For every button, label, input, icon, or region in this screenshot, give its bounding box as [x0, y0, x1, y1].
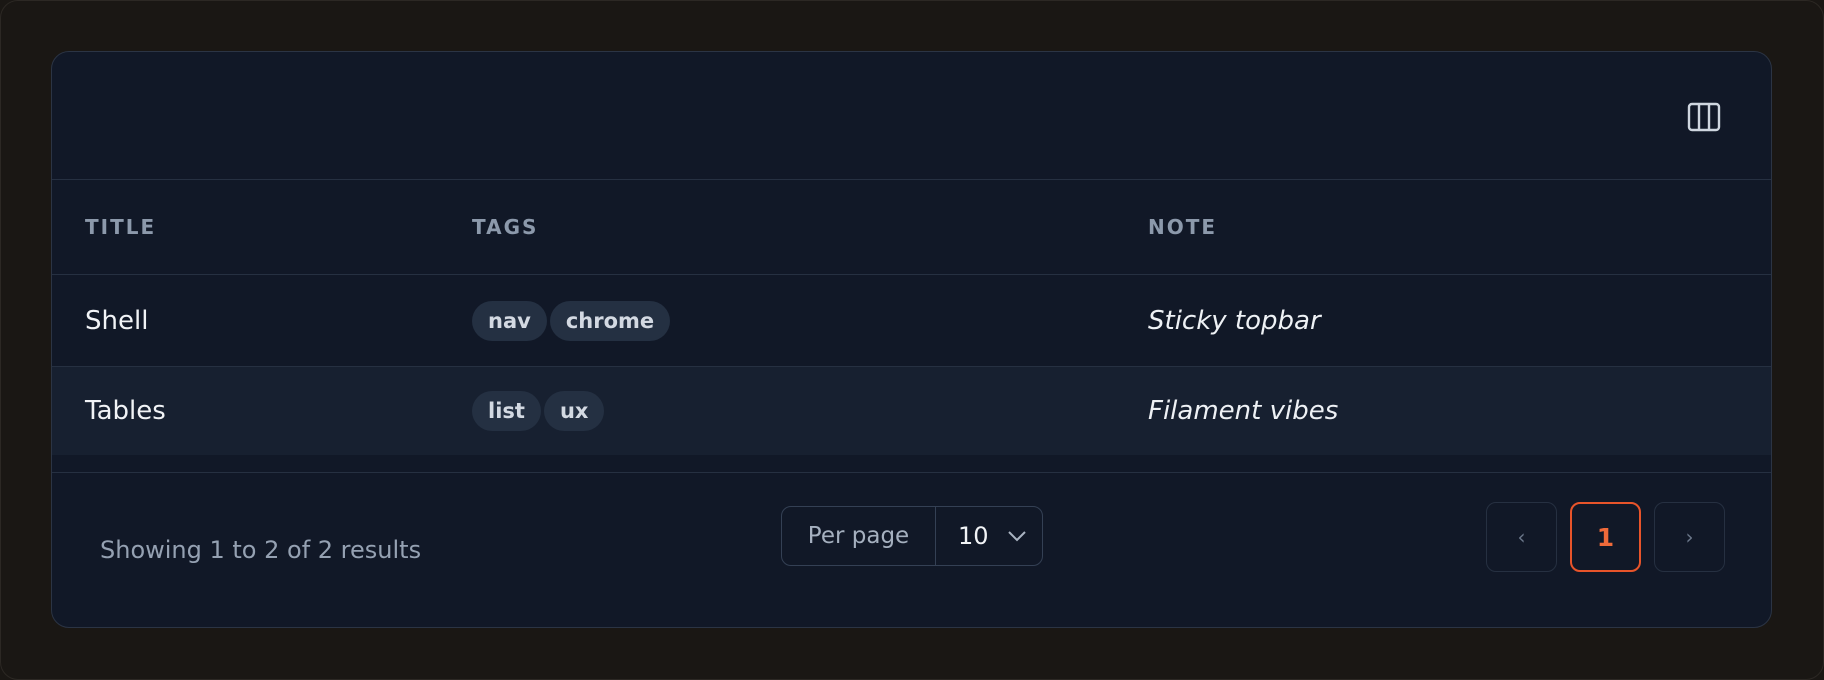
table-row[interactable]: Shell nav chrome Sticky topbar [52, 275, 1771, 367]
table-footer: Showing 1 to 2 of 2 results Per page 10 … [52, 473, 1771, 627]
tag-badge: list [472, 391, 541, 431]
row-title: Tables [85, 396, 166, 426]
column-header-note[interactable]: Note [1148, 180, 1217, 274]
row-title: Shell [85, 305, 149, 336]
row-tags: nav chrome [472, 275, 671, 366]
table-card: Title Tags Note Shell nav chrome Sticky … [51, 51, 1772, 628]
columns-toggle-button[interactable] [1687, 102, 1721, 132]
chevron-down-icon [1007, 531, 1026, 542]
next-page-button[interactable]: › [1654, 502, 1725, 572]
per-page-control: Per page 10 [781, 506, 1043, 566]
tag-badge: chrome [549, 300, 671, 341]
table-row[interactable]: Tables list ux Filament vibes [52, 367, 1771, 455]
row-note: Filament vibes [1148, 396, 1339, 426]
page-1-button[interactable]: 1 [1570, 502, 1641, 572]
table-toolbar [52, 52, 1771, 180]
results-summary: Showing 1 to 2 of 2 results [100, 536, 422, 564]
per-page-label: Per page [782, 507, 936, 565]
tag-badge: nav [472, 300, 547, 341]
previous-page-button[interactable]: ‹ [1486, 502, 1557, 572]
row-note: Sticky topbar [1148, 305, 1321, 336]
row-tags: list ux [472, 367, 605, 455]
column-header-tags[interactable]: Tags [472, 180, 538, 274]
tag-badge: ux [543, 391, 605, 431]
columns-icon [1687, 102, 1721, 132]
per-page-select[interactable]: 10 [936, 507, 1042, 565]
table-header: Title Tags Note [52, 180, 1771, 275]
per-page-value: 10 [958, 522, 989, 550]
column-header-title[interactable]: Title [85, 180, 156, 274]
